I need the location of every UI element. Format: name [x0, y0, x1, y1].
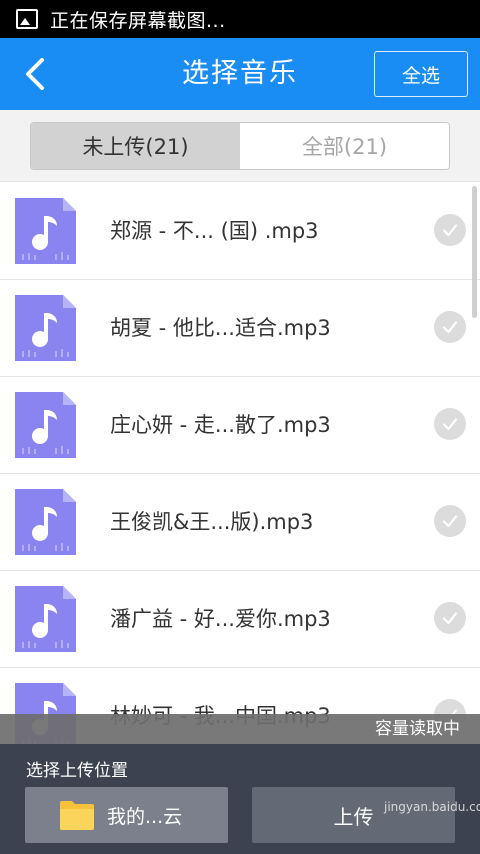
list-item[interactable]: 郑源 - 不... (国) .mp3 [0, 183, 480, 280]
checkmark-icon[interactable] [434, 505, 466, 537]
capacity-status: 容量读取中 [0, 714, 480, 744]
list-item[interactable]: 庄心妍 - 走...散了.mp3 [0, 377, 480, 474]
music-file-list: 郑源 - 不... (国) .mp3 胡夏 - 他比...适合.mp3 庄心妍 … [0, 183, 480, 765]
status-bar: 正在保存屏幕截图... [0, 0, 480, 38]
file-name: 王俊凯&王...版).mp3 [110, 510, 314, 534]
header-bar: 选择音乐 全选 [0, 38, 480, 110]
music-file-icon [15, 586, 76, 652]
destination-label: 我的...云 [107, 805, 183, 828]
list-item[interactable]: 王俊凯&王...版).mp3 [0, 474, 480, 571]
checkmark-icon[interactable] [434, 214, 466, 246]
destination-folder-button[interactable]: 我的...云 [25, 787, 228, 843]
checkmark-icon[interactable] [434, 602, 466, 634]
list-item[interactable]: 潘广益 - 好...爱你.mp3 [0, 571, 480, 668]
watermark: jingyan.baidu.com [384, 800, 480, 814]
select-all-button[interactable]: 全选 [374, 51, 468, 97]
file-name: 潘广益 - 好...爱你.mp3 [110, 607, 331, 631]
file-name: 庄心妍 - 走...散了.mp3 [110, 413, 331, 437]
upload-panel: 选择上传位置 我的...云 上传 [0, 744, 480, 854]
file-name: 郑源 - 不... (国) .mp3 [110, 219, 319, 243]
upload-location-label: 选择上传位置 [26, 761, 128, 781]
music-file-icon [15, 198, 76, 264]
checkmark-icon[interactable] [434, 408, 466, 440]
upload-button[interactable]: 上传 [252, 787, 455, 843]
file-name: 胡夏 - 他比...适合.mp3 [110, 316, 331, 340]
filter-tabs-bar: 未上传(21) 全部(21) [0, 110, 480, 182]
music-file-icon [15, 392, 76, 458]
list-item[interactable]: 胡夏 - 他比...适合.mp3 [0, 280, 480, 377]
status-text: 正在保存屏幕截图... [50, 9, 226, 32]
tab-all[interactable]: 全部(21) [240, 123, 449, 169]
music-file-icon [15, 295, 76, 361]
image-icon [16, 9, 38, 29]
checkmark-icon[interactable] [434, 311, 466, 343]
list-scrollbar[interactable] [472, 186, 477, 318]
segmented-control: 未上传(21) 全部(21) [30, 122, 450, 170]
folder-icon [60, 801, 94, 830]
tab-not-uploaded[interactable]: 未上传(21) [31, 123, 240, 169]
music-file-icon [15, 489, 76, 555]
